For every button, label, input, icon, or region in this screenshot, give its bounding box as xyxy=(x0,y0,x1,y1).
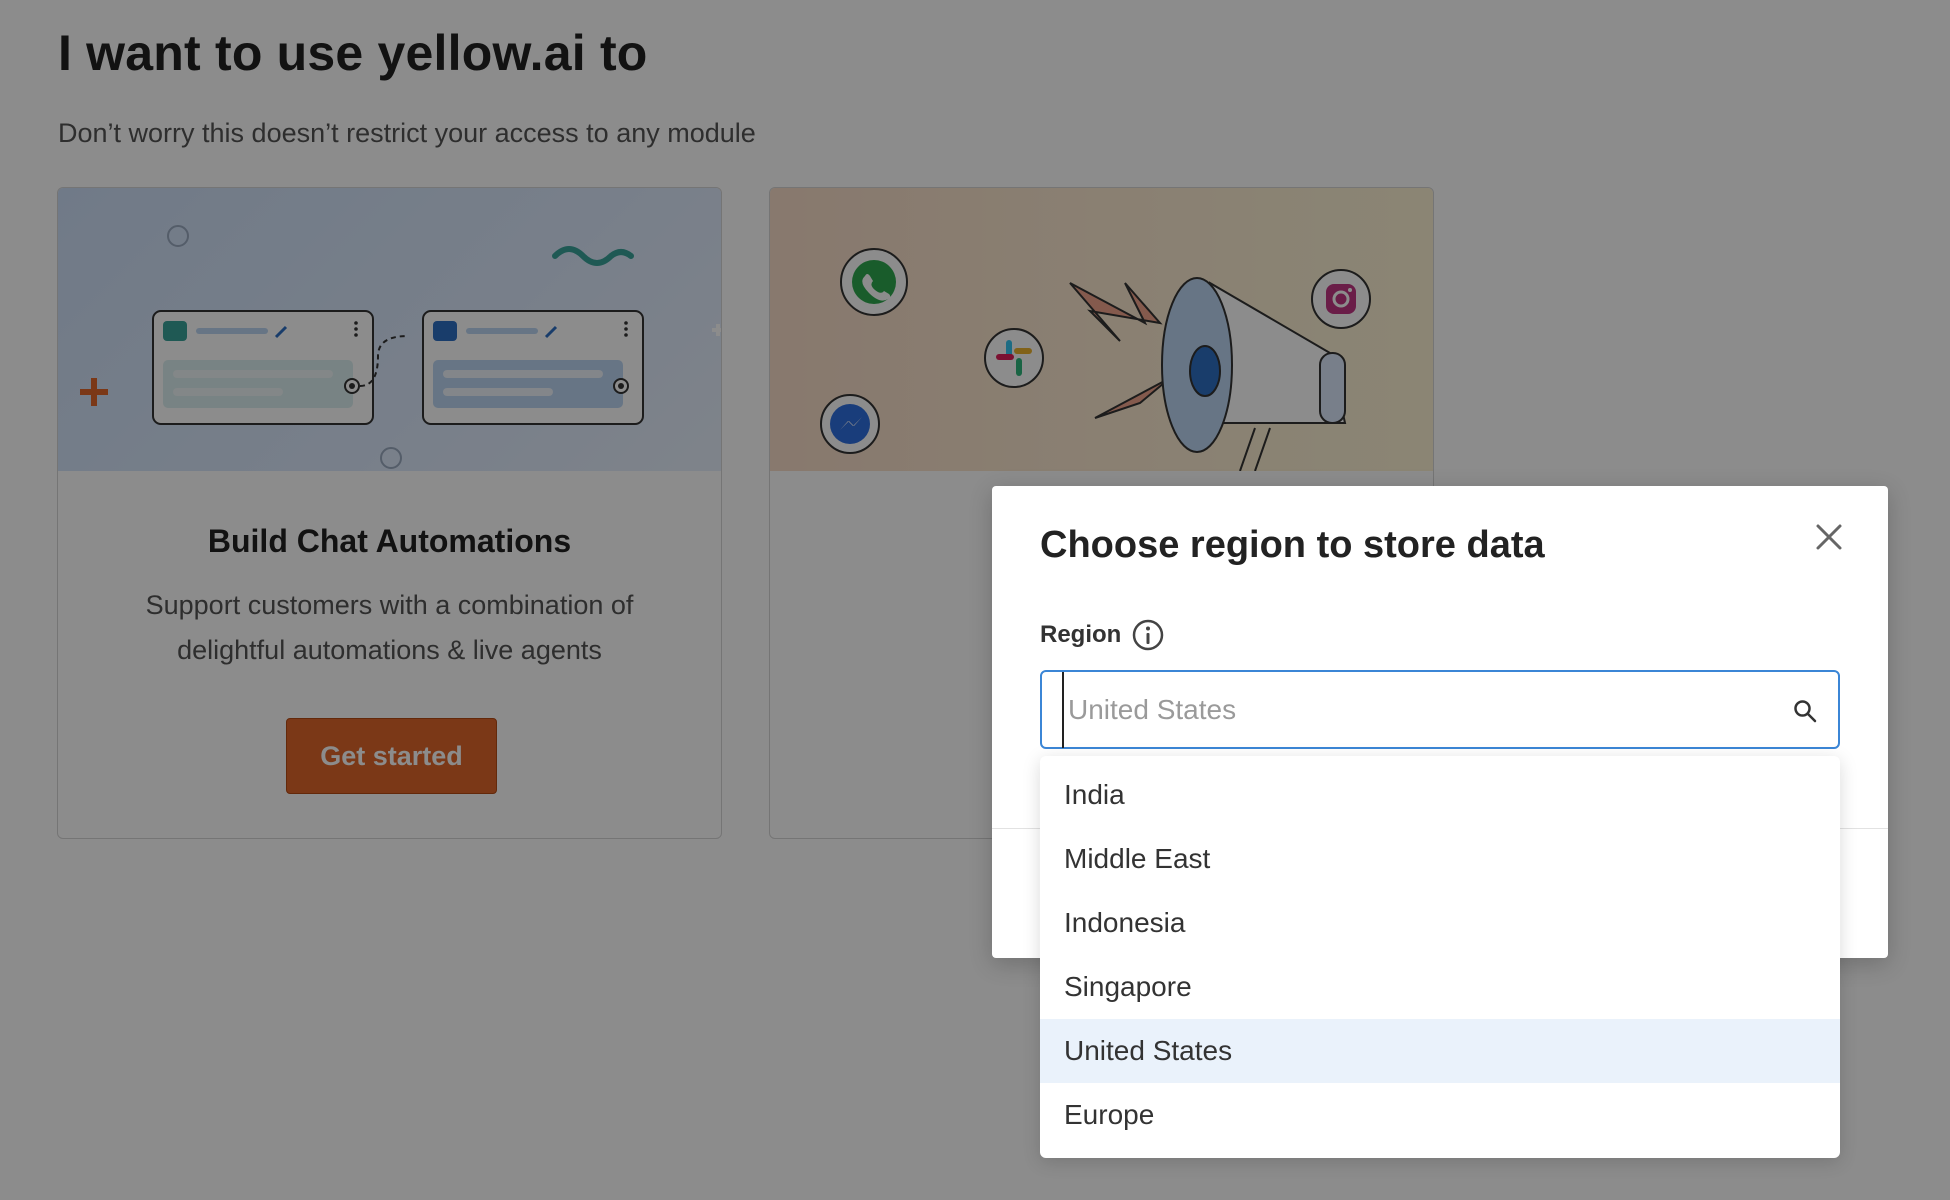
region-label-row: Region xyxy=(1040,618,1165,652)
region-option-singapore[interactable]: Singapore xyxy=(1040,955,1840,1019)
region-dropdown: India Middle East Indonesia Singapore Un… xyxy=(1040,756,1840,1158)
region-search-field[interactable] xyxy=(1040,670,1840,749)
region-option-india[interactable]: India xyxy=(1040,763,1840,827)
region-search-input[interactable] xyxy=(1062,672,1770,748)
modal-title: Choose region to store data xyxy=(1040,524,1545,566)
search-icon xyxy=(1794,700,1817,723)
region-label: Region xyxy=(1040,621,1122,648)
region-option-europe[interactable]: Europe xyxy=(1040,1083,1840,1147)
region-option-middle-east[interactable]: Middle East xyxy=(1040,827,1840,891)
onboarding-page: I want to use yellow.ai to Don’t worry t… xyxy=(0,0,1950,1200)
region-option-indonesia[interactable]: Indonesia xyxy=(1040,891,1840,955)
close-icon[interactable] xyxy=(1808,516,1850,558)
region-option-united-states[interactable]: United States xyxy=(1040,1019,1840,1083)
info-icon[interactable] xyxy=(1131,618,1165,652)
